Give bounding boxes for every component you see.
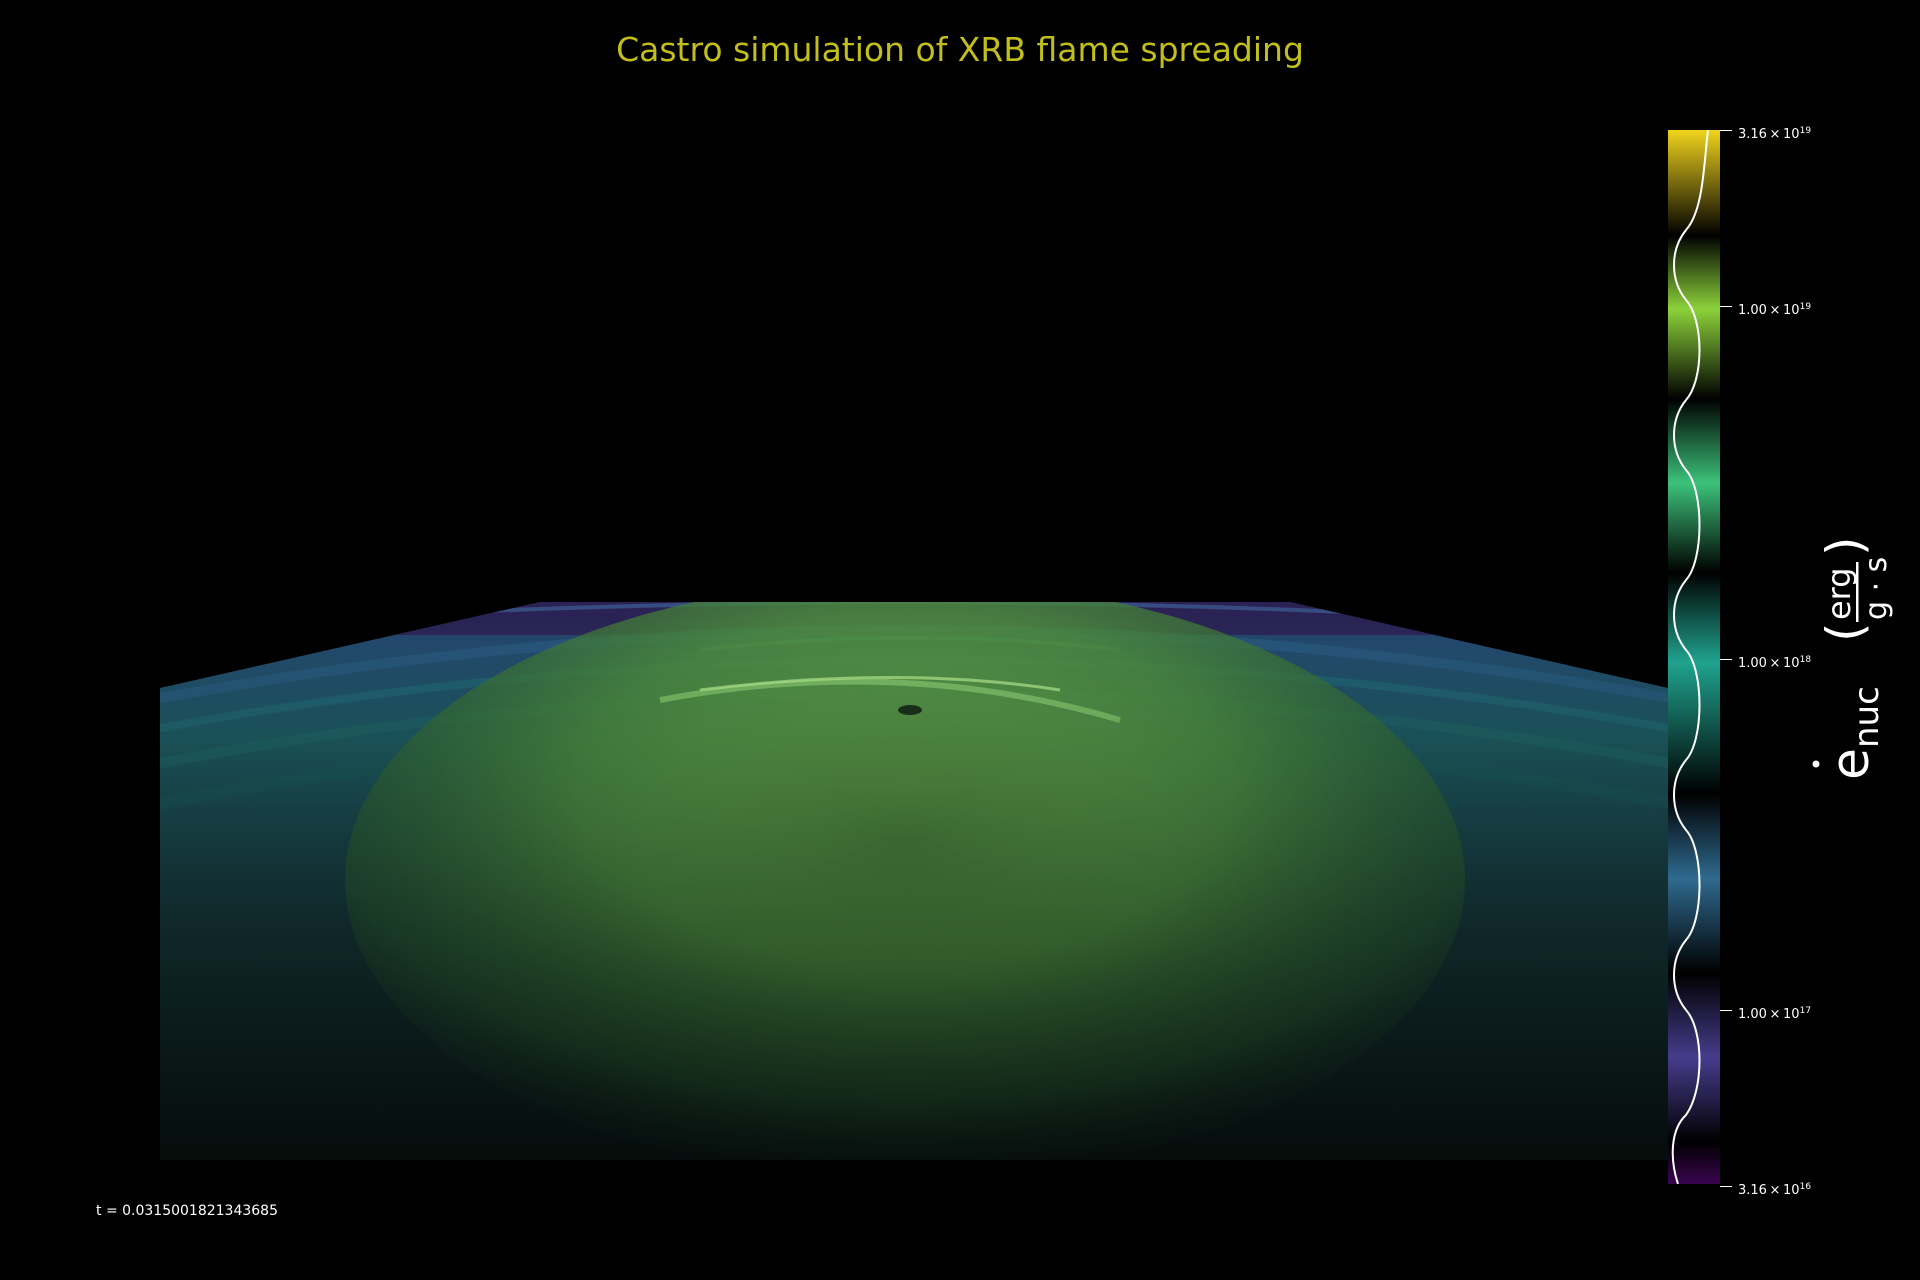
colorbar-label: e nuc ( erg g · s ) — [1812, 536, 1894, 780]
simulation-slab — [160, 602, 1668, 1160]
colorbar-label-subscript: nuc — [1847, 686, 1887, 748]
simulation-time: t = 0.0315001821343685 — [96, 1203, 278, 1219]
colorbar-label-denominator: g · s — [1859, 557, 1894, 620]
colorbar-tick — [1720, 130, 1732, 131]
time-derivative-dot — [1812, 760, 1820, 768]
colorbar-label-numerator: erg — [1820, 567, 1858, 620]
colorbar-tick — [1720, 1186, 1732, 1187]
volume-rendering — [160, 602, 1668, 1160]
colorbar-tick-label: 3.16 × 1019 — [1738, 126, 1812, 142]
svg-text:(: ( — [1816, 622, 1874, 642]
svg-text:): ) — [1816, 536, 1874, 556]
figure: Castro simulation of XRB flame spreading — [0, 0, 1920, 1280]
colorbar-tick-label: 1.00 × 1019 — [1738, 302, 1812, 318]
colorbar-label-symbol: e — [1821, 748, 1881, 780]
colorbar-tick — [1720, 659, 1732, 660]
colorbar-tick — [1720, 1010, 1732, 1011]
colorbar-tick-label: 1.00 × 1017 — [1738, 1006, 1812, 1022]
colorbar — [1668, 130, 1720, 1184]
colorbar-tick-label: 3.16 × 1016 — [1738, 1182, 1812, 1198]
colorbar-tick — [1720, 306, 1732, 307]
